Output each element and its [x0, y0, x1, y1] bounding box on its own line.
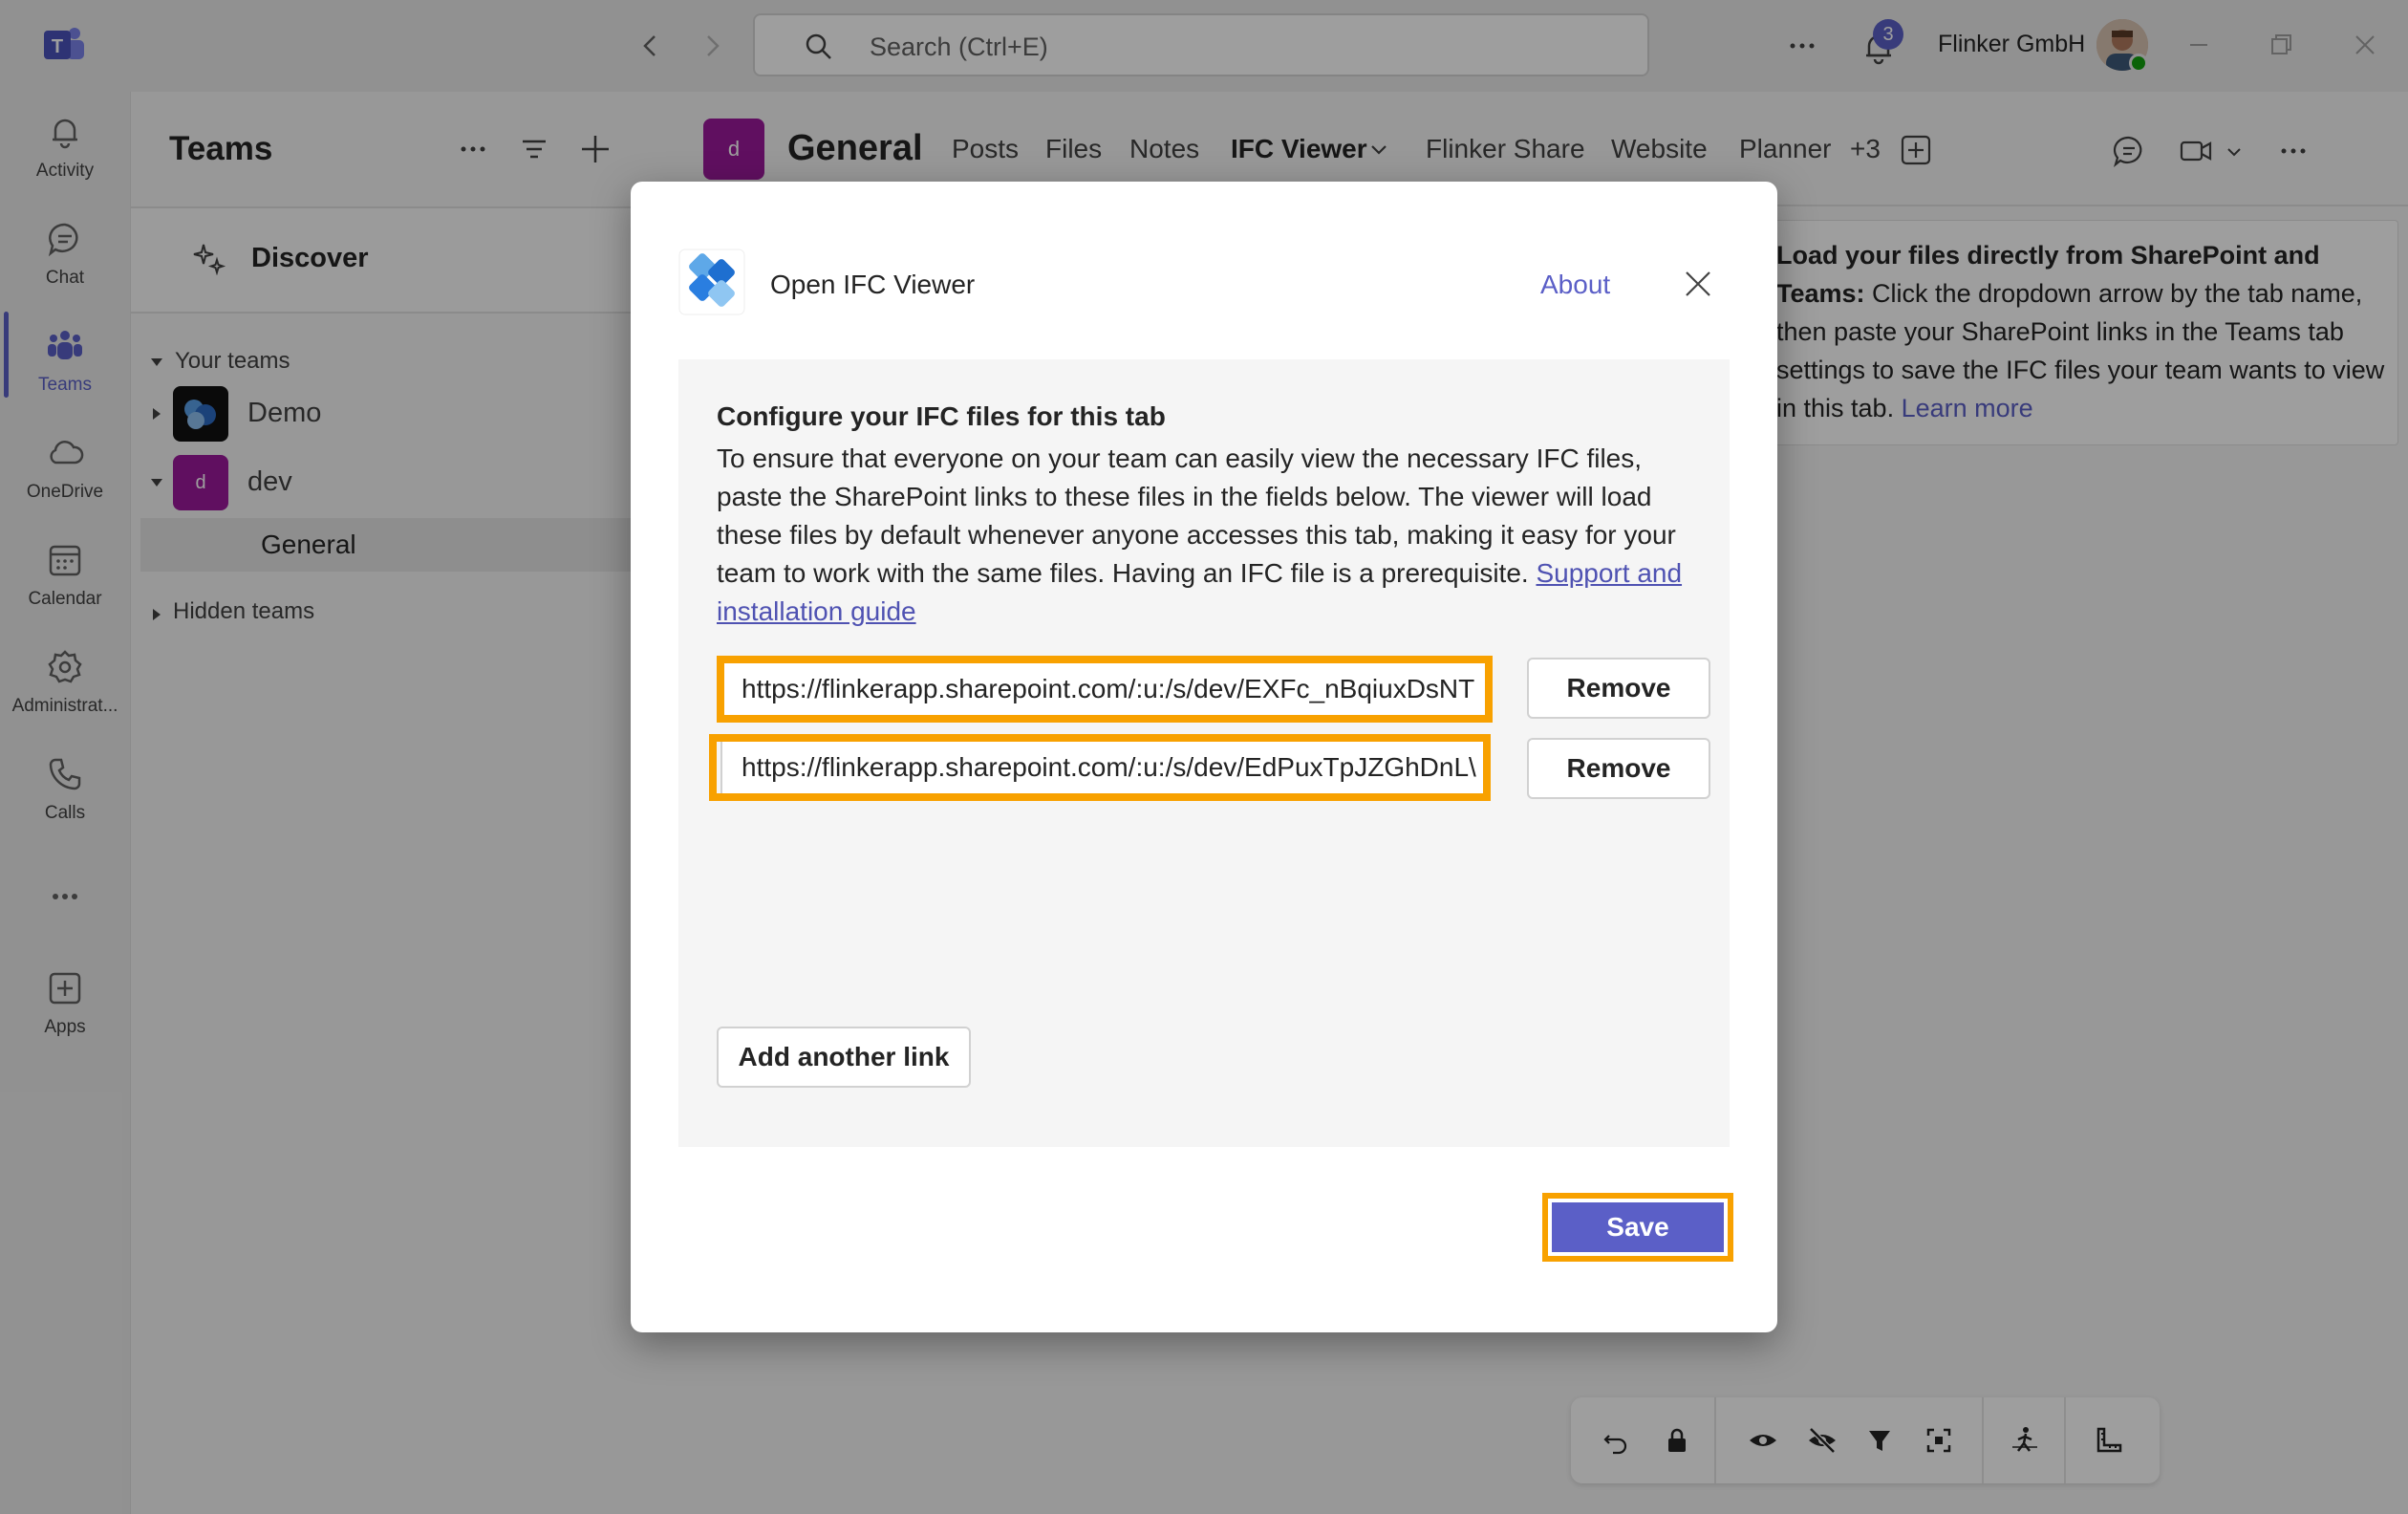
dialog-title: Open IFC Viewer — [770, 270, 976, 299]
highlight-frame — [709, 734, 1491, 801]
config-heading: Configure your IFC files for this tab — [717, 401, 1166, 431]
about-link[interactable]: About — [1540, 270, 1610, 300]
add-another-link-button[interactable]: Add another link — [717, 1027, 971, 1088]
description-text: To ensure that everyone on your team can… — [717, 443, 1676, 588]
config-description: To ensure that everyone on your team can… — [717, 440, 1701, 631]
remove-link-2-button[interactable]: Remove — [1527, 738, 1710, 799]
ifc-viewer-dialog: Open IFC Viewer About Configure your IFC… — [631, 182, 1777, 1332]
highlight-frame — [717, 656, 1493, 723]
ifc-viewer-logo-icon — [678, 249, 745, 315]
dialog-content: Configure your IFC files for this tab To… — [678, 359, 1730, 1147]
save-button[interactable]: Save — [1552, 1202, 1724, 1252]
remove-link-1-button[interactable]: Remove — [1527, 658, 1710, 719]
close-icon[interactable] — [1684, 270, 1712, 298]
